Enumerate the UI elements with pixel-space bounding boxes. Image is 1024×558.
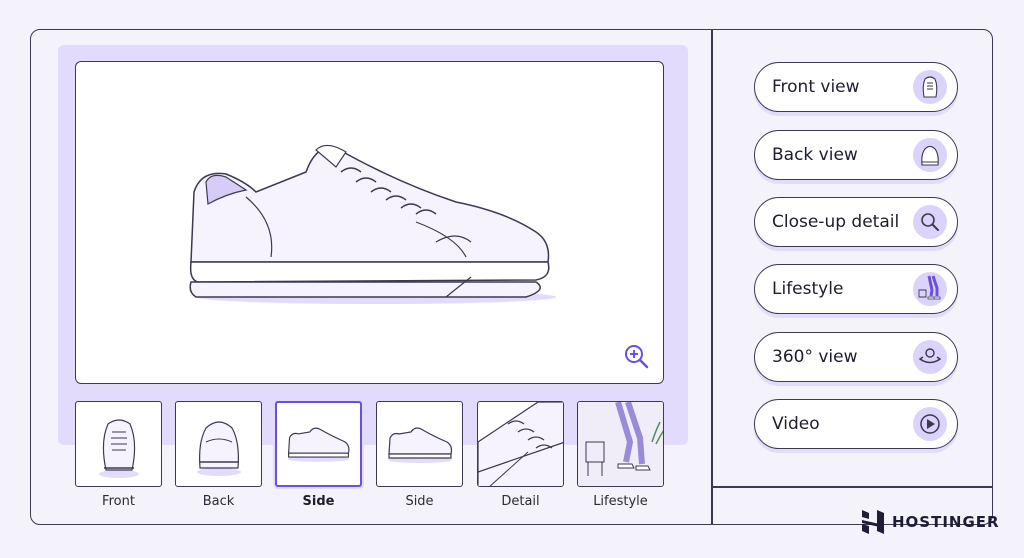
video-button[interactable]: Video [754,399,958,449]
shoe-detail-thumb-icon [478,402,563,486]
zoom-in-icon[interactable] [623,343,649,369]
hostinger-logo-icon [862,510,884,534]
back-view-button[interactable]: Back view [754,130,958,180]
vertical-divider [711,29,713,525]
thumbnail-label-front: Front [102,494,135,509]
thumbnail-side[interactable] [376,401,463,487]
front-view-button[interactable]: Front view [754,62,958,112]
shoe-front-thumb-icon [99,419,139,478]
thumbnail-back[interactable] [175,401,262,487]
shoe-back-thumb-icon [197,421,241,476]
rotate-360-icon [913,340,947,374]
shoe-back-icon [913,138,947,172]
thumbnail-label-detail: Detail [501,494,540,509]
front-view-label: Front view [772,77,860,97]
thumbnail-front[interactable] [75,401,162,487]
close-up-detail-label: Close-up detail [772,212,900,232]
magnifier-icon [913,205,947,239]
video-label: Video [772,414,820,434]
brand-name: HOSTINGER [892,513,1000,531]
thumbnail-label-side-selected: Side [302,494,335,509]
close-up-detail-button[interactable]: Close-up detail [754,197,958,247]
lifestyle-button[interactable]: Lifestyle [754,264,958,314]
thumbnail-side-selected[interactable] [275,401,362,487]
360-view-button[interactable]: 360° view [754,332,958,382]
back-view-label: Back view [772,145,858,165]
thumbnail-label-lifestyle: Lifestyle [593,494,648,509]
lifestyle-thumb-icon [578,402,663,486]
shoe-side-alt-thumb-icon [388,427,453,463]
lifestyle-label: Lifestyle [772,279,844,299]
play-icon [913,407,947,441]
lifestyle-icon [913,272,947,306]
thumbnail-label-back: Back [202,494,235,509]
shoe-front-icon [913,70,947,104]
thumbnail-detail[interactable] [477,401,564,487]
main-image-viewer[interactable] [75,61,664,384]
shoe-side-thumb-icon [287,427,350,462]
horizontal-divider [711,486,993,488]
sneaker-side-image [189,144,556,304]
thumbnail-label-side: Side [405,494,434,509]
360-view-label: 360° view [772,347,858,367]
thumbnail-lifestyle[interactable] [577,401,664,487]
